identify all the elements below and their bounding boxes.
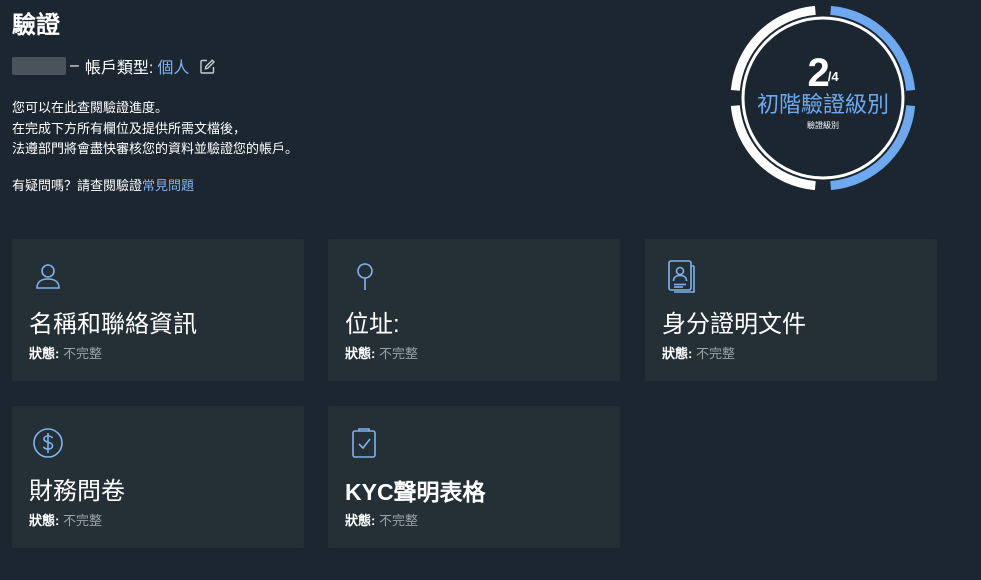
status-value: 不完整 [62,513,102,528]
card-title: 身分證明文件 [662,311,806,338]
card-status: 狀態: 不完整 [29,345,102,363]
description-line: 在完成下方所有欄位及提供所需文檔後， [12,120,247,136]
clipboard-check-icon [348,426,384,462]
status-label: 狀態: [345,346,376,361]
card-title: KYC聲明表格 [345,479,486,505]
card-status: 狀態: 不完整 [345,345,418,363]
level-total: /4 [827,69,839,84]
card-status: 狀態: 不完整 [29,512,102,530]
status-value: 不完整 [695,346,735,361]
level-sublabel: 驗證級別 [807,121,839,130]
status-label: 狀態: [29,346,60,361]
description-line: 您可以在此查閱驗證進度。 [12,100,169,115]
edit-icon[interactable] [199,58,216,75]
account-type-value: 個人 [157,60,190,77]
card-title: 名稱和聯絡資訊 [29,311,197,338]
status-label: 狀態: [345,513,376,528]
id-document-icon [665,259,701,295]
description-line: 法遵部門將會盡快審核您的資料並驗證您的帳戶。 [12,141,299,156]
card-title: 位址: [345,311,400,338]
level-current: 2 [807,51,830,95]
card-address[interactable]: 位址: 狀態: 不完整 [328,239,620,381]
card-status: 狀態: 不完整 [345,512,418,530]
faq-prefix: 有疑問嗎？請查閱驗證 [12,178,143,193]
verification-level-badge: 2/4 初階驗證級別 驗證級別 [728,3,918,193]
location-pin-icon [348,259,384,295]
dollar-circle-icon [32,426,68,462]
faq-link[interactable]: 常見問題 [142,178,194,193]
card-id-document[interactable]: 身分證明文件 狀態: 不完整 [645,239,937,381]
page-title: 驗證 [12,12,60,39]
level-name: 初階驗證級別 [756,92,889,117]
account-separator: – [70,57,79,74]
account-info: – 帳戶類型: 個人 [12,55,216,77]
status-label: 狀態: [29,513,60,528]
card-status: 狀態: 不完整 [662,345,735,363]
status-value: 不完整 [62,346,102,361]
card-contact-info[interactable]: 名稱和聯絡資訊 狀態: 不完整 [12,239,304,381]
user-icon [32,259,68,295]
status-label: 狀態: [662,346,693,361]
card-financial-questionnaire[interactable]: 財務問卷 狀態: 不完整 [12,406,304,548]
verification-description: 您可以在此查閱驗證進度。 在完成下方所有欄位及提供所需文檔後， 法遵部門將會盡快… [12,98,298,160]
account-type-label: 帳戶類型: [84,60,154,77]
card-title: 財務問卷 [29,478,125,505]
faq-line: 有疑問嗎？請查閱驗證常見問題 [12,176,194,196]
masked-account-name [12,57,66,75]
status-value: 不完整 [378,346,418,361]
card-kyc-form[interactable]: KYC聲明表格 狀態: 不完整 [328,406,620,548]
level-number: 2/4 [728,51,918,95]
status-value: 不完整 [378,513,418,528]
